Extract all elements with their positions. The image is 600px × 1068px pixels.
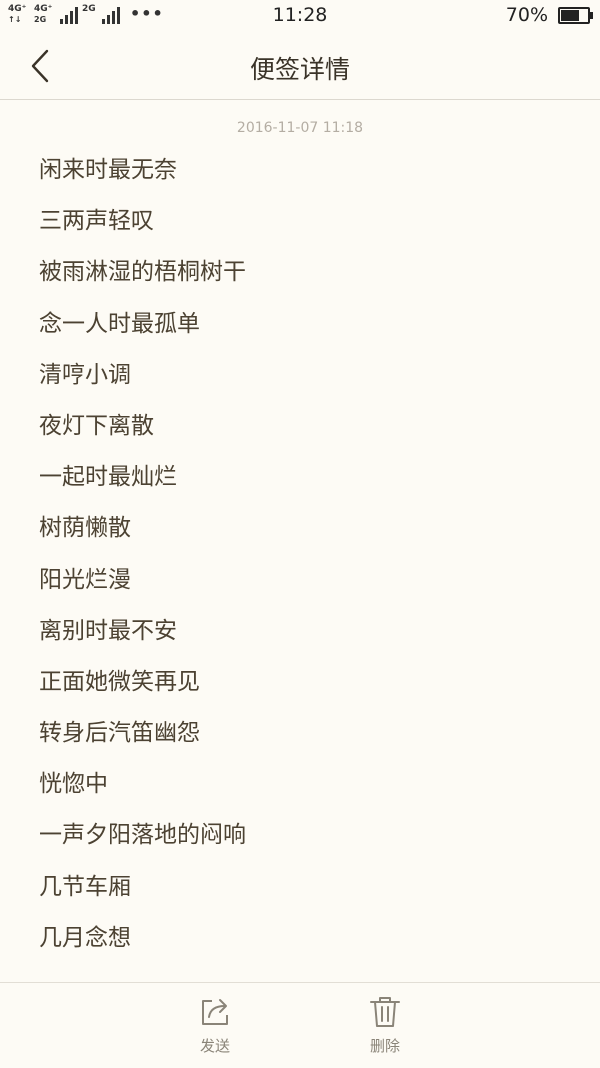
share-icon bbox=[202, 999, 228, 1025]
note-line: 树荫懒散 bbox=[39, 515, 131, 542]
note-line: 离别时最不安 bbox=[39, 617, 177, 644]
note-line: 被雨淋湿的梧桐树干 bbox=[39, 259, 246, 286]
bottom-action-bar: 发送 删除 bbox=[0, 982, 600, 1068]
note-line: 转身后汽笛幽怨 bbox=[39, 720, 200, 747]
nav-bar: 便签详情 bbox=[0, 32, 600, 100]
note-line: 阳光烂漫 bbox=[39, 566, 131, 593]
note-line: 恍惚中 bbox=[39, 771, 108, 798]
note-line: 夜灯下离散 bbox=[39, 412, 154, 439]
delete-label: 删除 bbox=[369, 1037, 400, 1055]
note-line: 正面她微笑再见 bbox=[39, 668, 200, 695]
note-line: 三两声轻叹 bbox=[39, 208, 154, 235]
status-right: 70% bbox=[505, 4, 593, 26]
battery-percentage: 70% bbox=[505, 4, 548, 26]
note-body[interactable]: 闲来时最无奈 三两声轻叹 被雨淋湿的梧桐树干 念一人时最孤单 清哼小调 夜灯下离… bbox=[39, 145, 579, 964]
battery-icon bbox=[558, 6, 593, 24]
note-line: 清哼小调 bbox=[39, 361, 131, 388]
battery-fill bbox=[561, 9, 580, 21]
trash-icon bbox=[370, 997, 400, 1027]
note-line: 一声夕阳落地的闷响 bbox=[39, 822, 246, 849]
note-line: 几月念想 bbox=[39, 924, 131, 951]
note-line: 一起时最灿烂 bbox=[39, 464, 177, 491]
page-title: 便签详情 bbox=[249, 55, 350, 84]
note-line: 念一人时最孤单 bbox=[39, 310, 200, 337]
note-line: 闲来时最无奈 bbox=[39, 157, 177, 183]
send-button[interactable]: 发送 bbox=[175, 995, 255, 1056]
status-bar: 4G⁺ ↑↓ 4G⁺ 2G 2G ••• 11:28 70% bbox=[0, 0, 600, 32]
send-label: 发送 bbox=[199, 1037, 230, 1055]
note-line: 几节车厢 bbox=[39, 873, 131, 900]
note-timestamp: 2016-11-07 11:18 bbox=[236, 120, 364, 136]
delete-button[interactable]: 删除 bbox=[345, 995, 425, 1056]
